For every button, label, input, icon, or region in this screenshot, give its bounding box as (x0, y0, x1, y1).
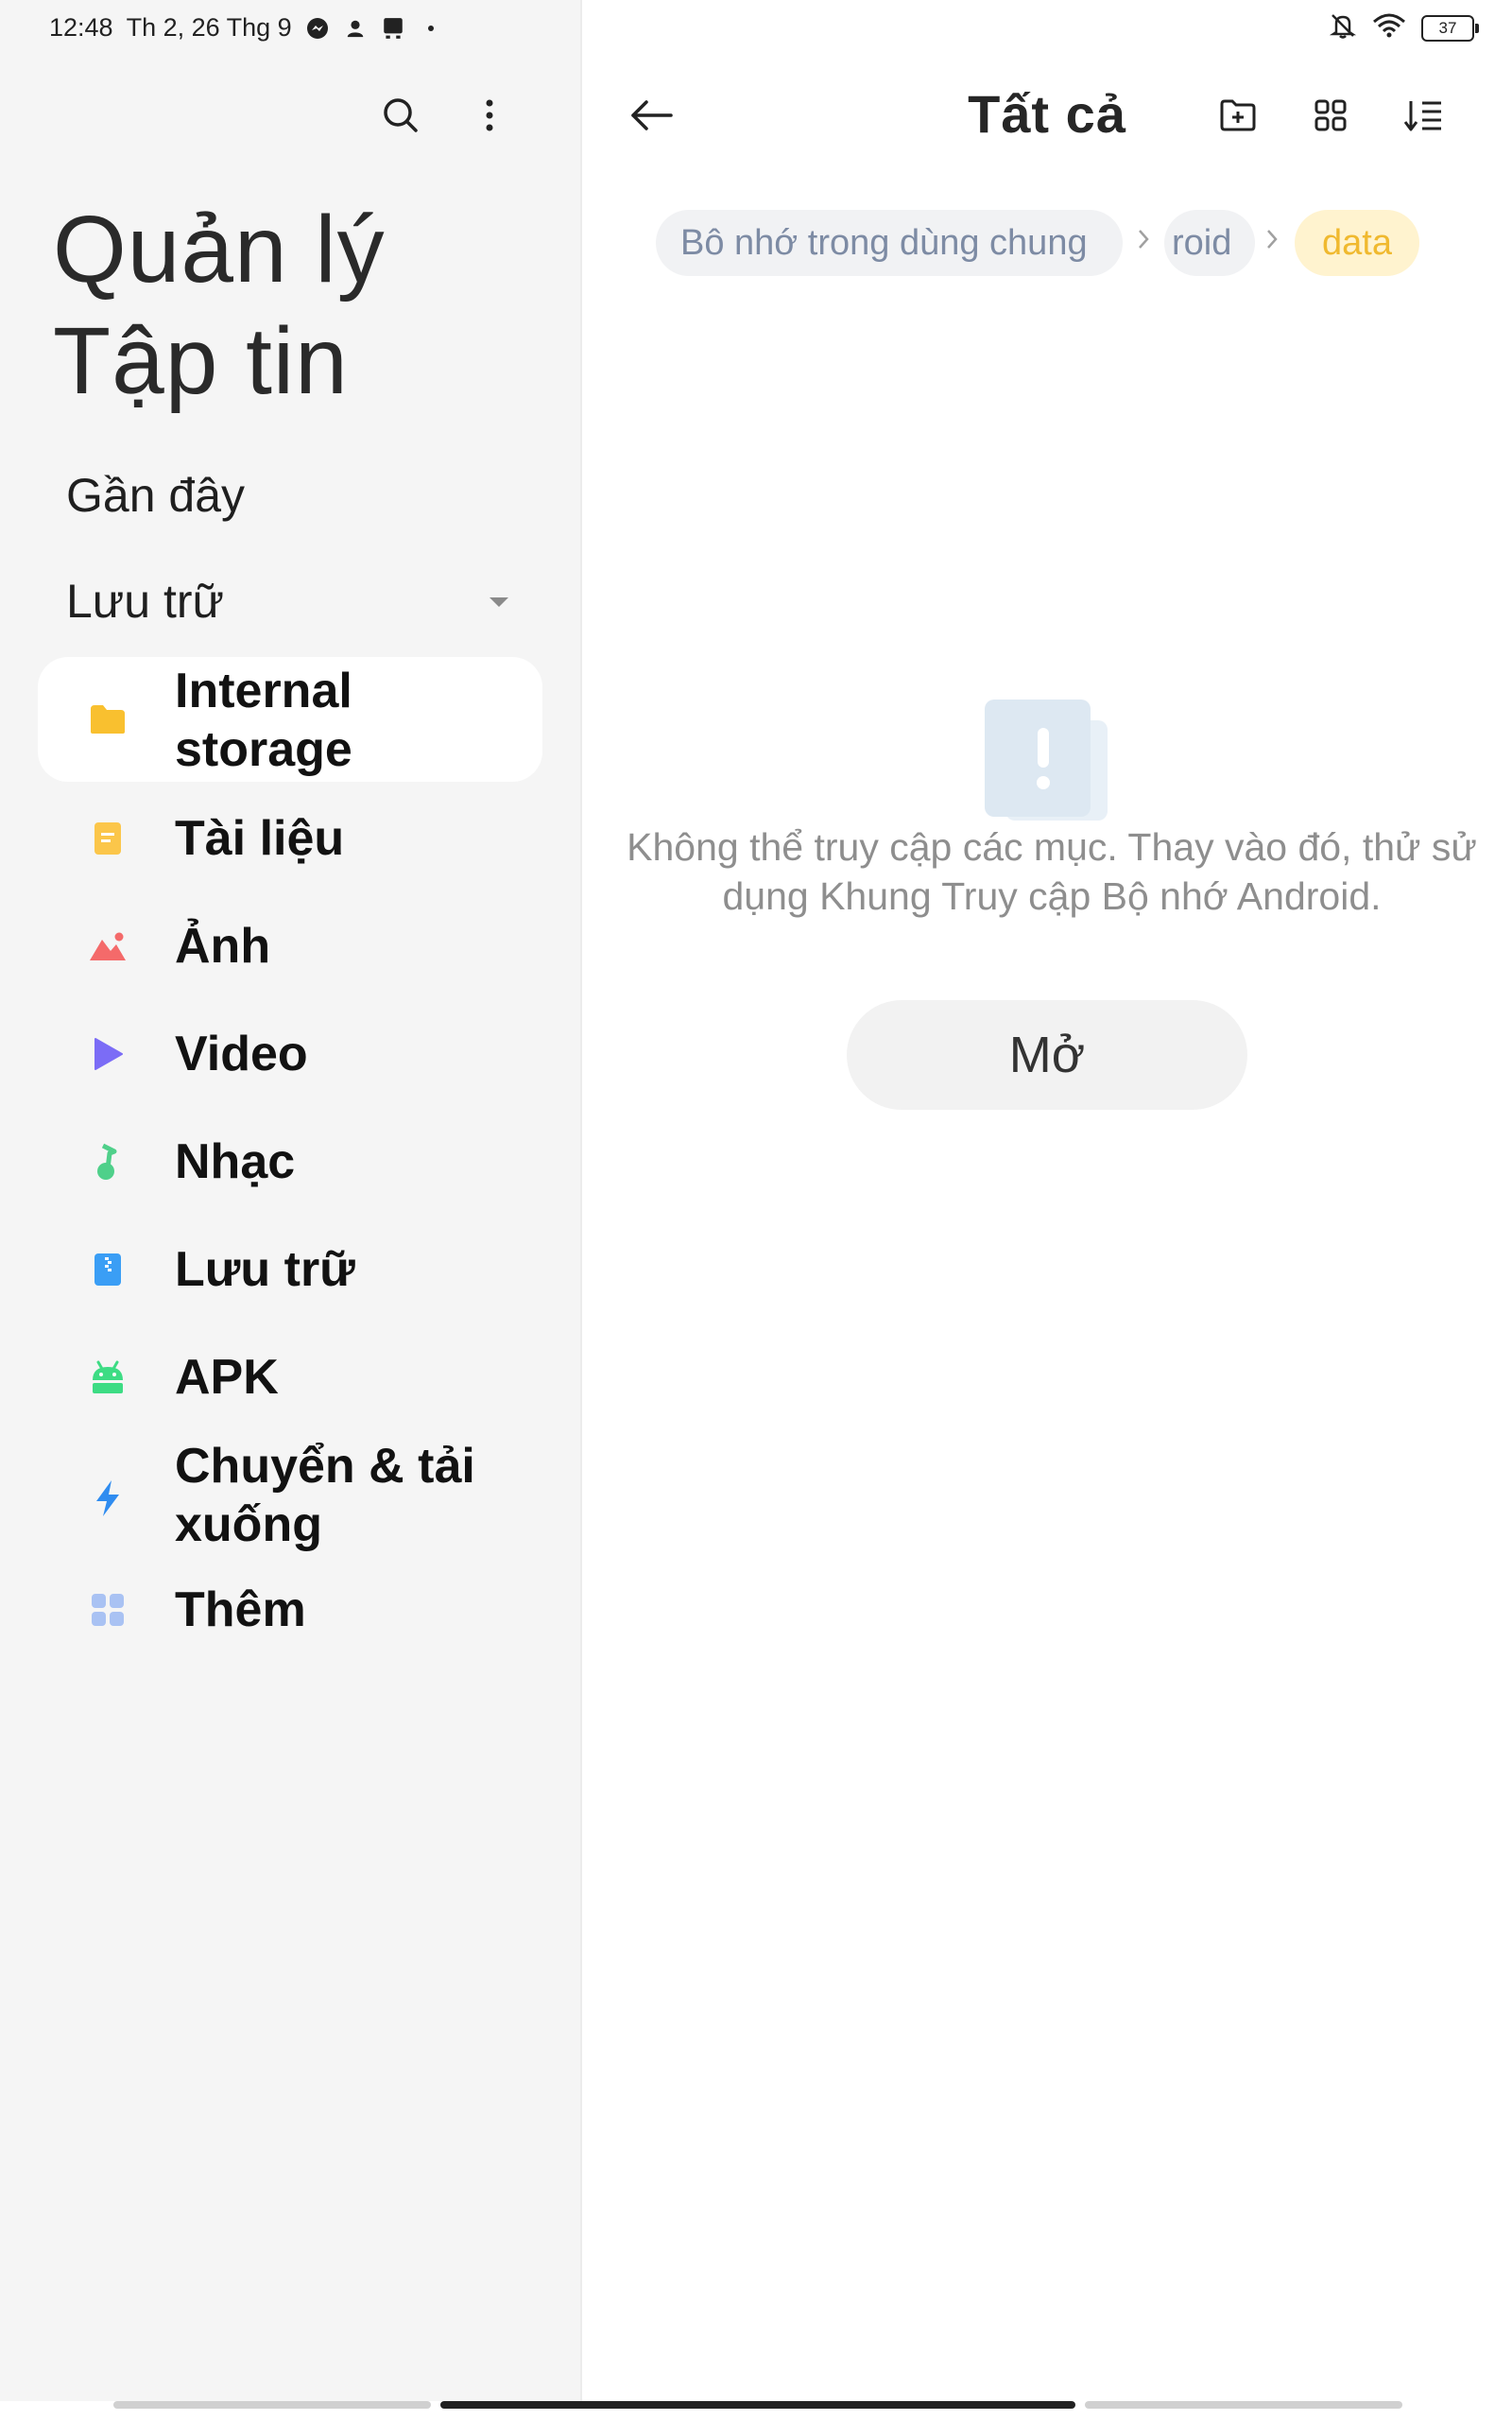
messenger-icon (305, 16, 330, 41)
person-icon (343, 16, 368, 41)
new-folder-icon (1220, 99, 1256, 131)
grid-view-button[interactable] (1302, 87, 1359, 144)
status-date: Th 2, 26 Thg 9 (126, 13, 292, 42)
main-panel: 37 Tất cả Bô nhớ trong dùng chung roid d… (582, 0, 1512, 2401)
app-title-line1: Quản lý (53, 197, 386, 302)
gesture-bar-home[interactable] (440, 2401, 1075, 2409)
search-button[interactable] (372, 87, 429, 144)
sidebar-item-documents[interactable]: Tài liệu (38, 805, 542, 872)
muted-bell-icon (1329, 11, 1357, 44)
search-icon (384, 98, 418, 132)
new-folder-button[interactable] (1210, 87, 1266, 144)
sidebar-item-label: Internal storage (175, 664, 352, 777)
more-apps-icon (87, 1589, 129, 1631)
app-title-line2: Tập tin (53, 308, 349, 414)
sidebar-item-label: Thêm (175, 1582, 306, 1637)
sidebar-item-transfers[interactable]: Chuyển & tải xuống (38, 1437, 542, 1560)
sidebar-item-label: Ảnh (175, 919, 271, 974)
more-vertical-icon (486, 99, 493, 131)
play-icon (87, 1033, 129, 1075)
sidebar-item-apk[interactable]: APK (38, 1344, 542, 1410)
warning-icon (985, 700, 1108, 821)
error-message: Không thể truy cập các mục. Thay vào đó,… (592, 822, 1512, 921)
sidebar-item-label: Nhạc (175, 1134, 296, 1189)
sidebar-item-images[interactable]: Ảnh (38, 913, 542, 979)
chevron-down-icon[interactable] (488, 596, 510, 614)
open-button[interactable]: Mở (847, 1000, 1247, 1110)
chevron-right-icon (1136, 227, 1151, 256)
recent-section[interactable]: Gần đây (66, 468, 245, 523)
sidebar: 12:48 Th 2, 26 Thg 9 Quản lý Tập tin Gần… (0, 0, 582, 2401)
status-bar-left: 12:48 Th 2, 26 Thg 9 (49, 13, 443, 43)
document-icon (87, 818, 129, 859)
gesture-bar-right (1085, 2401, 1402, 2409)
dot-icon (419, 16, 443, 41)
breadcrumb-internal-storage[interactable]: Bô nhớ trong dùng chung (656, 210, 1123, 276)
sidebar-item-label: Tài liệu (175, 811, 345, 866)
music-icon (87, 1141, 129, 1183)
sidebar-item-label: APK (175, 1350, 279, 1405)
grid-view-icon (1314, 99, 1347, 131)
download-box-icon (381, 16, 405, 41)
sidebar-item-music[interactable]: Nhạc (38, 1129, 542, 1195)
more-options-button[interactable] (461, 87, 518, 144)
breadcrumb-android[interactable]: roid (1164, 210, 1255, 276)
battery-level: 37 (1438, 18, 1457, 37)
status-time: 12:48 (49, 13, 113, 42)
error-message-line2: dụng Khung Truy cập Bộ nhớ Android. (722, 874, 1382, 918)
archive-icon (87, 1249, 129, 1290)
sidebar-item-label: Chuyển & tải xuống (175, 1439, 475, 1552)
folder-icon (87, 699, 129, 740)
gesture-bar-left (113, 2401, 431, 2409)
sidebar-item-archives[interactable]: Lưu trữ (38, 1236, 542, 1303)
sort-icon (1403, 101, 1441, 131)
android-icon (87, 1357, 129, 1398)
battery-icon: 37 (1421, 14, 1479, 42)
breadcrumb-data[interactable]: data (1295, 210, 1419, 276)
sidebar-item-internal-storage[interactable]: Internal storage (38, 657, 542, 782)
sidebar-item-more[interactable]: Thêm (38, 1577, 542, 1643)
page-title: Tất cả (968, 84, 1126, 144)
transfer-icon (87, 1478, 129, 1519)
wifi-icon (1372, 12, 1406, 43)
chevron-right-icon (1264, 227, 1280, 256)
app-title: Quản lý Tập tin (53, 194, 386, 417)
sidebar-item-video[interactable]: Video (38, 1021, 542, 1087)
error-message-line1: Không thể truy cập các mục. Thay vào đó,… (627, 825, 1477, 869)
storage-section-header[interactable]: Lưu trữ (66, 574, 224, 629)
sidebar-item-label: Video (175, 1027, 308, 1081)
sidebar-item-label: Lưu trữ (175, 1242, 355, 1297)
status-bar-right: 37 (1329, 11, 1479, 44)
sort-button[interactable] (1395, 87, 1452, 144)
image-icon (87, 925, 129, 967)
